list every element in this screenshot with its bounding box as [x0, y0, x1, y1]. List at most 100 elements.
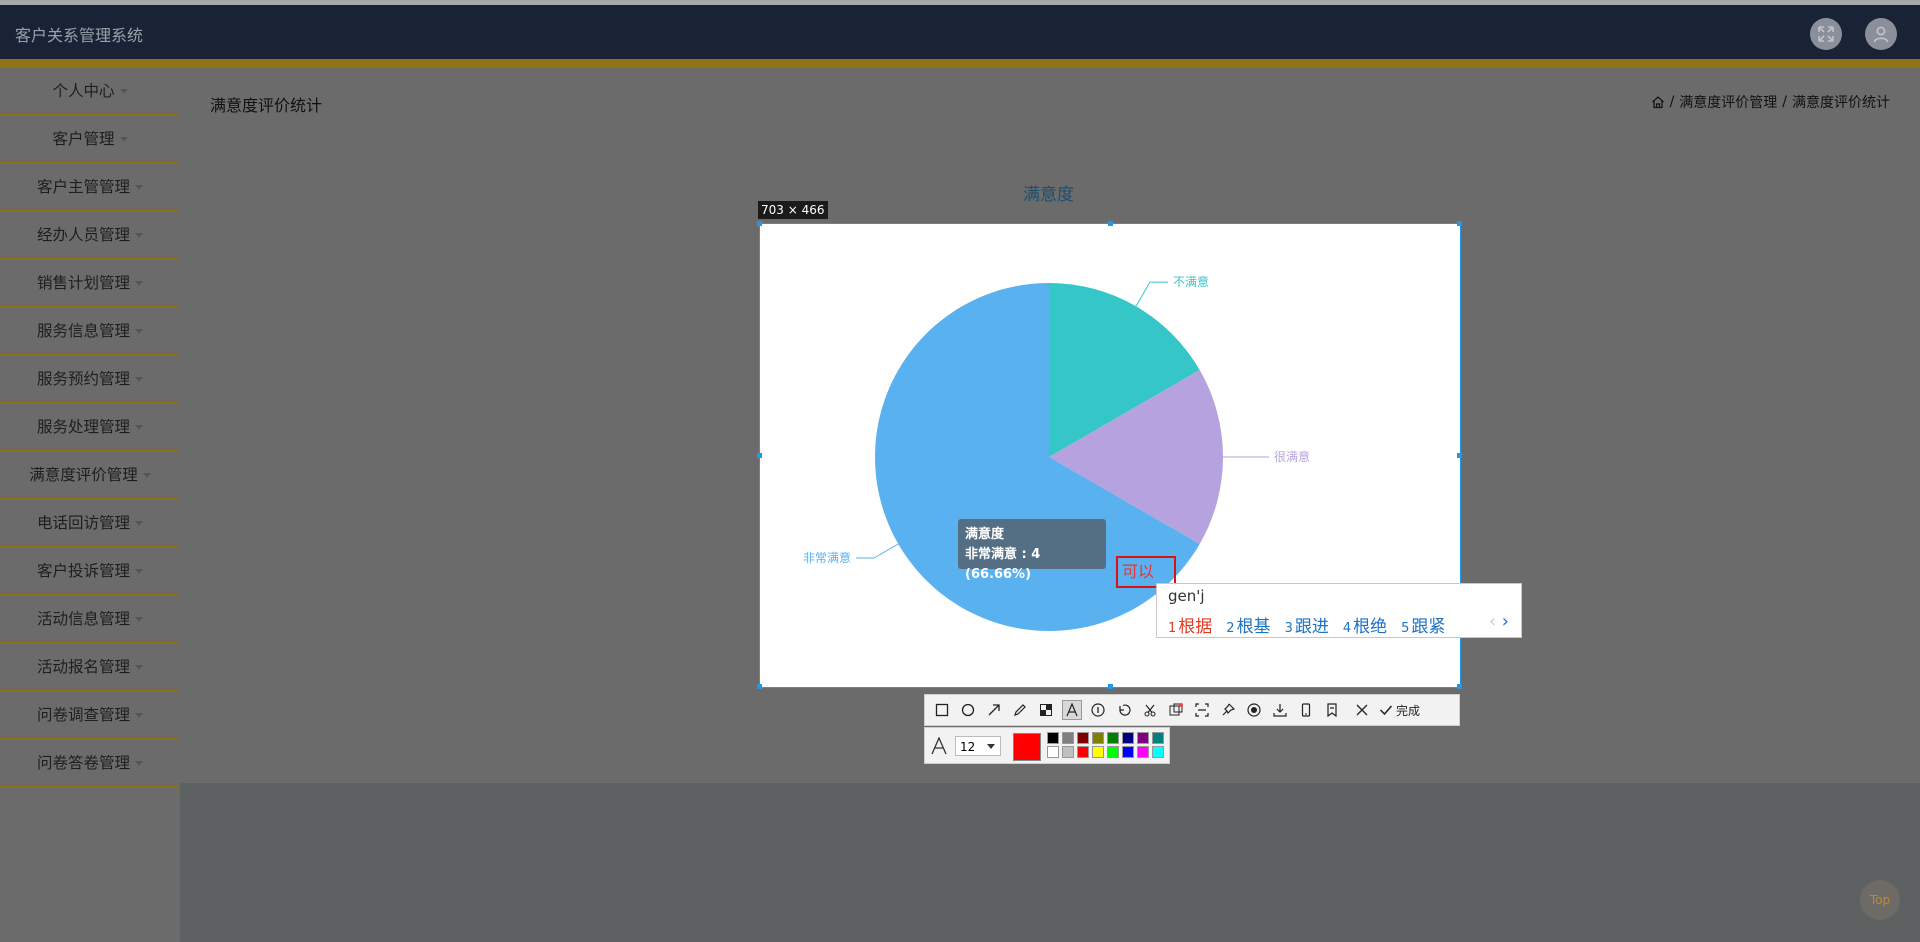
scroll-top-button[interactable]: Top	[1860, 880, 1900, 920]
breadcrumb-separator: /	[1669, 94, 1675, 110]
current-color-swatch[interactable]	[1013, 733, 1041, 761]
resize-handle[interactable]	[757, 453, 762, 458]
ime-page-nav: ‹ ›	[1489, 611, 1509, 632]
sidebar-item-survey-answers[interactable]: 问卷答卷管理	[0, 740, 180, 788]
ime-candidate[interactable]: 3 跟进	[1285, 612, 1329, 637]
mosaic-tool-button[interactable]	[1037, 701, 1055, 719]
done-button[interactable]: 完成	[1379, 702, 1420, 719]
ime-candidate[interactable]: 4 根绝	[1343, 612, 1387, 637]
palette-color-swatch[interactable]	[1062, 732, 1074, 744]
fullscreen-button[interactable]	[1810, 18, 1842, 50]
sidebar-item-label: 客户投诉管理	[36, 562, 130, 580]
palette-color-swatch[interactable]	[1047, 732, 1059, 744]
ime-candidate[interactable]: 5 跟紧	[1401, 612, 1445, 637]
sidebar-item-phone-visits[interactable]: 电话回访管理	[0, 500, 180, 548]
palette-color-swatch[interactable]	[1122, 746, 1134, 758]
pen-tool-button[interactable]	[1011, 701, 1029, 719]
sidebar-item-handlers[interactable]: 经办人员管理	[0, 212, 180, 260]
font-icon	[931, 737, 947, 755]
palette-color-swatch[interactable]	[1152, 732, 1164, 744]
user-avatar-button[interactable]	[1865, 18, 1897, 50]
palette-color-swatch[interactable]	[1107, 732, 1119, 744]
caret-down-icon	[142, 473, 151, 478]
sidebar-item-satisfaction[interactable]: 满意度评价管理	[0, 452, 180, 500]
ellipse-tool-button[interactable]	[959, 701, 977, 719]
ime-candidate[interactable]: 2 根基	[1226, 612, 1270, 637]
capture-toolbar: 完成	[924, 694, 1460, 726]
resize-handle[interactable]	[757, 221, 762, 226]
resize-handle[interactable]	[1457, 684, 1462, 689]
palette-color-swatch[interactable]	[1062, 746, 1074, 758]
selection-size-label: 703 × 466	[758, 201, 828, 219]
sidebar-item-activity-signups[interactable]: 活动报名管理	[0, 644, 180, 692]
resize-handle[interactable]	[1108, 684, 1113, 689]
ime-prev-button[interactable]: ‹	[1489, 611, 1496, 632]
save-button[interactable]	[1271, 701, 1289, 719]
phone-icon	[1301, 703, 1311, 717]
ime-candidate[interactable]: 1 根据	[1168, 612, 1212, 637]
palette-color-swatch[interactable]	[1092, 746, 1104, 758]
palette-color-swatch[interactable]	[1077, 732, 1089, 744]
sidebar-item-service-booking[interactable]: 服务预约管理	[0, 356, 180, 404]
expand-icon	[1818, 26, 1834, 42]
scan-button[interactable]	[1193, 701, 1211, 719]
sidebar-item-service-info[interactable]: 服务信息管理	[0, 308, 180, 356]
ime-composition: gen'j	[1168, 587, 1205, 605]
pie-label-line	[1135, 281, 1168, 307]
sidebar-item-supervisors[interactable]: 客户主管管理	[0, 164, 180, 212]
palette-color-swatch[interactable]	[1122, 732, 1134, 744]
caret-down-icon	[135, 377, 143, 382]
breadcrumb-item[interactable]: 满意度评价管理	[1679, 92, 1777, 112]
cancel-button[interactable]	[1353, 701, 1371, 719]
resize-handle[interactable]	[1108, 221, 1113, 226]
text-tool-button[interactable]	[1062, 700, 1082, 720]
record-button[interactable]	[1245, 701, 1263, 719]
arrow-tool-button[interactable]	[985, 701, 1003, 719]
resize-handle[interactable]	[1457, 221, 1462, 226]
sidebar-item-label: 电话回访管理	[36, 514, 130, 532]
chart-title: 满意度	[1023, 185, 1074, 205]
caret-down-icon	[135, 425, 143, 430]
cut-button[interactable]	[1141, 701, 1159, 719]
palette-color-swatch[interactable]	[1137, 732, 1149, 744]
sidebar-item-service-handling[interactable]: 服务处理管理	[0, 404, 180, 452]
palette-color-swatch[interactable]	[1137, 746, 1149, 758]
candidate-number: 4	[1342, 621, 1352, 636]
font-size-select[interactable]: 12	[955, 736, 1001, 756]
caret-down-icon	[135, 521, 143, 526]
ocr-button[interactable]	[1167, 701, 1185, 719]
sidebar-item-activities[interactable]: 活动信息管理	[0, 596, 180, 644]
home-icon[interactable]	[1651, 95, 1665, 109]
palette-color-swatch[interactable]	[1077, 746, 1089, 758]
palette-color-swatch[interactable]	[1107, 746, 1119, 758]
palette-color-swatch[interactable]	[1152, 746, 1164, 758]
tooltip-series: 满意度	[965, 527, 1005, 542]
record-icon	[1247, 703, 1261, 717]
sidebar-item-personal[interactable]: 个人中心	[0, 68, 180, 116]
done-label: 完成	[1396, 703, 1421, 718]
sidebar-item-complaints[interactable]: 客户投诉管理	[0, 548, 180, 596]
pin-button[interactable]	[1219, 701, 1237, 719]
sidebar: 个人中心 客户管理 客户主管管理 经办人员管理 销售计划管理 服务信息管理 服务…	[0, 68, 180, 942]
palette-color-swatch[interactable]	[1047, 746, 1059, 758]
sidebar-item-surveys[interactable]: 问卷调查管理	[0, 692, 180, 740]
resize-handle[interactable]	[757, 684, 762, 689]
sidebar-item-label: 满意度评价管理	[29, 466, 138, 484]
sidebar-item-sales-plans[interactable]: 销售计划管理	[0, 260, 180, 308]
phone-send-button[interactable]	[1297, 701, 1315, 719]
undo-button[interactable]	[1115, 701, 1133, 719]
mosaic-icon	[1040, 704, 1052, 716]
rectangle-tool-button[interactable]	[933, 701, 951, 719]
resize-handle[interactable]	[1457, 453, 1462, 458]
app-title: 客户关系管理系统	[15, 26, 144, 45]
sidebar-item-label: 服务处理管理	[36, 418, 130, 436]
sidebar-item-customers[interactable]: 客户管理	[0, 116, 180, 164]
ime-next-button[interactable]: ›	[1502, 611, 1509, 632]
arrow-icon	[988, 704, 1000, 716]
number-tool-button[interactable]	[1089, 701, 1107, 719]
caret-down-icon	[135, 665, 143, 670]
palette-color-swatch[interactable]	[1092, 732, 1104, 744]
candidate-text: 跟紧	[1411, 617, 1446, 637]
bookmark-button[interactable]	[1323, 701, 1341, 719]
candidate-number: 2	[1226, 621, 1235, 636]
